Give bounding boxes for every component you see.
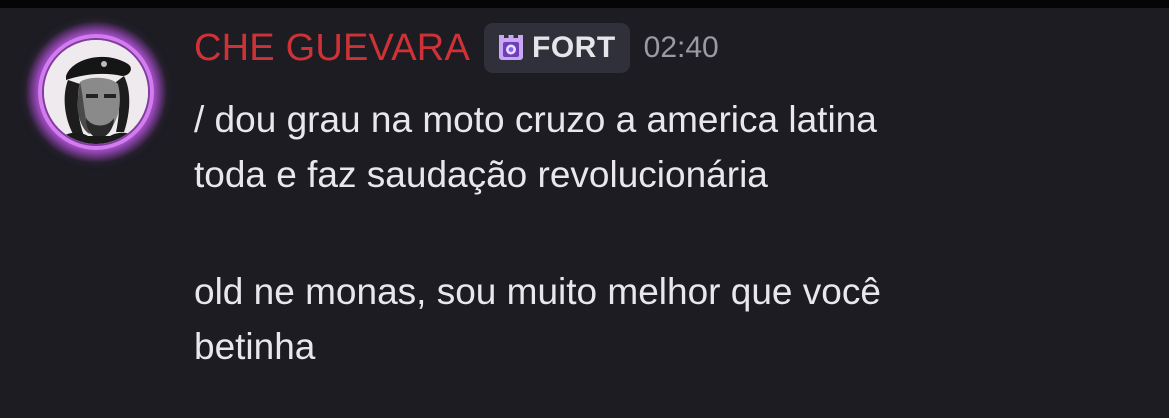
chat-message[interactable]: CHE GUEVARA FORT 02:40 / dou grau na mot… <box>0 8 1169 418</box>
message-line: toda e faz saudação revolucionária <box>194 154 768 195</box>
window-top-edge <box>0 0 1169 8</box>
guild-tag[interactable]: FORT <box>484 23 630 73</box>
timestamp[interactable]: 02:40 <box>644 31 719 65</box>
avatar[interactable] <box>26 22 166 162</box>
guild-tag-label: FORT <box>532 31 616 64</box>
fort-tower-icon <box>499 35 523 60</box>
portrait-icon <box>44 40 148 144</box>
message-header: CHE GUEVARA FORT 02:40 <box>194 20 719 76</box>
message-line: betinha <box>194 326 316 367</box>
message-line: / dou grau na moto cruzo a america latin… <box>194 99 877 140</box>
avatar-image <box>44 40 148 144</box>
message-content: / dou grau na moto cruzo a america latin… <box>194 92 1144 374</box>
message-line: old ne monas, sou muito melhor que você <box>194 271 881 312</box>
author-name[interactable]: CHE GUEVARA <box>194 27 470 70</box>
